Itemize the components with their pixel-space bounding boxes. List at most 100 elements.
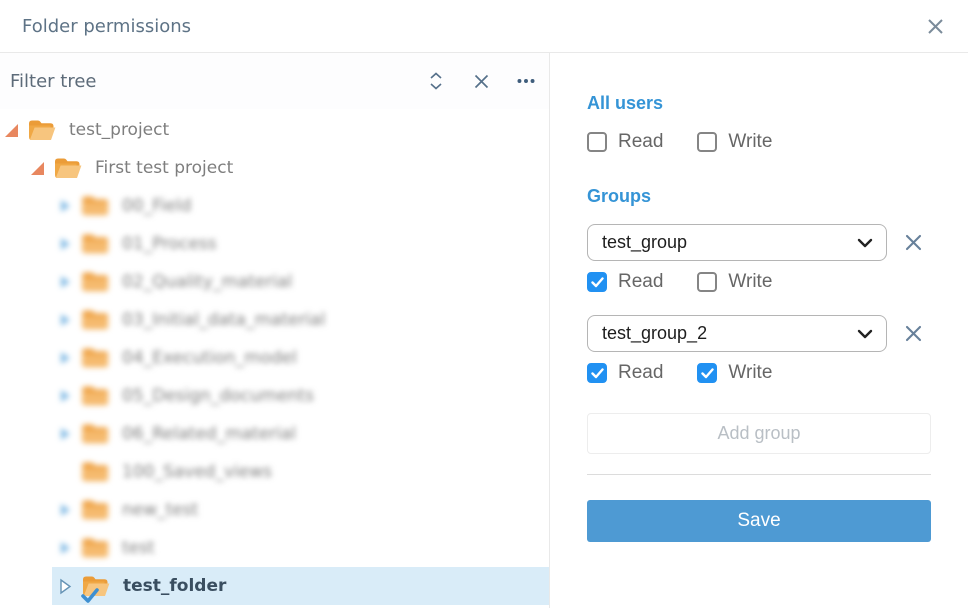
group-read-checkbox[interactable]: Read bbox=[587, 271, 663, 293]
folder-permissions-dialog: Folder permissions Filter tree bbox=[0, 0, 968, 608]
all-users-write-checkbox[interactable]: Write bbox=[697, 131, 772, 153]
tree-toolbar: Filter tree bbox=[0, 53, 549, 109]
group-write-checkbox[interactable]: Write bbox=[697, 271, 772, 293]
tree-item-label: First test project bbox=[95, 158, 233, 178]
tree-item-test-folder[interactable]: test_folder bbox=[52, 567, 549, 605]
folder-icon bbox=[82, 195, 109, 217]
tree-item-label: 00_Field bbox=[122, 196, 191, 216]
expand-arrow-icon[interactable] bbox=[56, 238, 74, 250]
dialog-header: Folder permissions bbox=[0, 0, 968, 53]
save-button[interactable]: Save bbox=[587, 500, 931, 542]
tree-item-label: 01_Process bbox=[122, 234, 217, 254]
checkbox-unchecked-icon[interactable] bbox=[697, 132, 717, 152]
group-entry: test_group_2 Read bbox=[587, 315, 932, 384]
group-select[interactable]: test_group bbox=[587, 224, 887, 261]
expand-collapse-toggle-icon[interactable] bbox=[427, 72, 445, 90]
group-select[interactable]: test_group_2 bbox=[587, 315, 887, 352]
tree-item[interactable]: test bbox=[0, 529, 549, 567]
add-group-button[interactable]: Add group bbox=[587, 413, 931, 454]
divider bbox=[587, 474, 931, 475]
read-label: Read bbox=[618, 271, 663, 293]
remove-group-icon[interactable] bbox=[903, 324, 923, 344]
read-label: Read bbox=[618, 131, 663, 153]
folder-icon bbox=[82, 461, 109, 483]
all-users-read-checkbox[interactable]: Read bbox=[587, 131, 663, 153]
folder-open-icon bbox=[28, 119, 56, 142]
expand-arrow-icon[interactable] bbox=[56, 200, 74, 212]
dialog-body: Filter tree bbox=[0, 53, 968, 608]
checkbox-unchecked-icon[interactable] bbox=[587, 132, 607, 152]
collapse-all-icon[interactable] bbox=[472, 72, 490, 90]
folder-icon bbox=[82, 423, 109, 445]
tree-item-label: new_test bbox=[122, 500, 198, 520]
check-badge-icon bbox=[81, 588, 99, 603]
all-users-checkboxes: Read Write bbox=[587, 131, 932, 153]
folder-icon bbox=[82, 347, 109, 369]
tree-item[interactable]: 05_Design_documents bbox=[0, 377, 549, 415]
tree-toolbar-icons bbox=[427, 72, 535, 90]
write-label: Write bbox=[728, 362, 772, 384]
expand-arrow-icon[interactable] bbox=[56, 352, 74, 364]
expand-arrow-icon[interactable] bbox=[56, 428, 74, 440]
chevron-down-icon bbox=[857, 238, 873, 248]
folder-icon bbox=[82, 537, 109, 559]
checkbox-checked-icon[interactable] bbox=[587, 272, 607, 292]
tree-item-label: 05_Design_documents bbox=[122, 386, 314, 406]
collapse-arrow-icon[interactable] bbox=[2, 124, 20, 137]
chevron-down-icon bbox=[857, 329, 873, 339]
expand-arrow-icon[interactable] bbox=[56, 390, 74, 402]
remove-group-icon[interactable] bbox=[903, 233, 923, 253]
tree-item[interactable]: 06_Related_material bbox=[0, 415, 549, 453]
tree-item-label: test_folder bbox=[123, 576, 226, 596]
filter-tree-title: Filter tree bbox=[10, 71, 97, 92]
tree-item-label: 04_Execution_model bbox=[122, 348, 297, 368]
tree-item[interactable]: 02_Quality_material bbox=[0, 263, 549, 301]
expand-arrow-icon[interactable] bbox=[56, 504, 74, 516]
expand-arrow-icon[interactable] bbox=[56, 542, 74, 554]
more-options-icon[interactable] bbox=[517, 72, 535, 90]
tree-item[interactable]: 100_Saved_views bbox=[0, 453, 549, 491]
folder-open-checked-icon bbox=[82, 575, 110, 598]
close-icon[interactable] bbox=[927, 18, 944, 35]
dialog-title: Folder permissions bbox=[22, 16, 191, 37]
folder-icon bbox=[82, 309, 109, 331]
tree-item-label: test bbox=[122, 538, 155, 558]
folder-tree: test_project First test project 00_Field… bbox=[0, 109, 549, 605]
expand-arrow-icon[interactable] bbox=[56, 276, 74, 288]
tree-item-label: 100_Saved_views bbox=[122, 462, 272, 482]
folder-open-icon bbox=[54, 157, 82, 180]
group-select-value: test_group bbox=[602, 232, 687, 253]
tree-item-first-test-project[interactable]: First test project bbox=[0, 149, 549, 187]
group-read-checkbox[interactable]: Read bbox=[587, 362, 663, 384]
tree-item[interactable]: 04_Execution_model bbox=[0, 339, 549, 377]
folder-icon bbox=[82, 499, 109, 521]
tree-item-label: test_project bbox=[69, 120, 169, 140]
tree-item-test-project[interactable]: test_project bbox=[0, 111, 549, 149]
write-label: Write bbox=[728, 131, 772, 153]
groups-heading: Groups bbox=[587, 186, 932, 207]
group-select-value: test_group_2 bbox=[602, 323, 707, 344]
tree-item[interactable]: 01_Process bbox=[0, 225, 549, 263]
folder-icon bbox=[82, 271, 109, 293]
tree-item[interactable]: 00_Field bbox=[0, 187, 549, 225]
expand-arrow-icon[interactable] bbox=[56, 578, 74, 595]
tree-item[interactable]: new_test bbox=[0, 491, 549, 529]
tree-item-label: 02_Quality_material bbox=[122, 272, 292, 292]
expand-arrow-icon[interactable] bbox=[56, 314, 74, 326]
write-label: Write bbox=[728, 271, 772, 293]
tree-item-label: 06_Related_material bbox=[122, 424, 296, 444]
tree-item-label: 03_Initial_data_material bbox=[122, 310, 325, 330]
group-write-checkbox[interactable]: Write bbox=[697, 362, 772, 384]
tree-item[interactable]: 03_Initial_data_material bbox=[0, 301, 549, 339]
group-entry: test_group Read bbox=[587, 224, 932, 293]
checkbox-checked-icon[interactable] bbox=[697, 363, 717, 383]
folder-icon bbox=[82, 385, 109, 407]
read-label: Read bbox=[618, 362, 663, 384]
collapse-arrow-icon[interactable] bbox=[28, 162, 46, 175]
all-users-heading: All users bbox=[587, 93, 932, 114]
folder-icon bbox=[82, 233, 109, 255]
checkbox-unchecked-icon[interactable] bbox=[697, 272, 717, 292]
filter-tree-panel: Filter tree bbox=[0, 53, 550, 608]
checkbox-checked-icon[interactable] bbox=[587, 363, 607, 383]
permissions-panel: All users Read Write Groups test_group bbox=[550, 53, 968, 608]
